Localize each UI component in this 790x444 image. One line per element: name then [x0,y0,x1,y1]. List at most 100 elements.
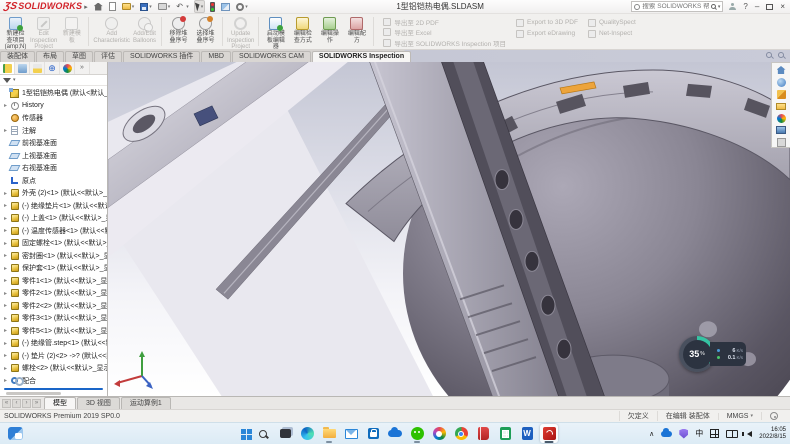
magnifier-icon[interactable] [778,52,784,58]
tree-item-right-plane[interactable]: 右视基准面 [2,162,107,175]
tab-sketch[interactable]: 草图 [65,51,93,62]
dictionary-app[interactable] [474,424,492,443]
edit-recipe-button[interactable]: 编辑配 方 [343,15,370,48]
expand-icon[interactable]: ▸ [2,340,9,347]
file-explorer-app[interactable] [320,424,338,443]
tree-horizontal-scrollbar[interactable] [6,392,61,395]
expand-icon[interactable]: ▸ [2,202,9,209]
new-inspection-project-button[interactable]: 新建检 查项目 (amp;N) [2,15,29,48]
expand-icon[interactable]: ▸ [2,265,9,272]
search-icon[interactable] [711,4,716,9]
rollback-bar[interactable] [4,388,103,390]
chrome-app[interactable] [452,424,470,443]
rebuild-button[interactable] [209,1,216,13]
expand-icon[interactable]: ▸ [2,102,9,109]
mail-app[interactable] [342,424,360,443]
tree-item-component[interactable]: ▸零件2<1> (默认<<默认>_显示状态 [2,287,107,300]
dimxpertmanager-tab[interactable]: ⊕ [45,62,60,74]
search-input[interactable] [642,3,708,10]
scroll-right-icon[interactable]: › [22,399,31,408]
tree-item-front-plane[interactable]: 前视基准面 [2,137,107,150]
widgets-button[interactable] [8,427,23,440]
expand-icon[interactable]: ▸ [2,277,9,284]
toolbar-expand-icon[interactable]: ▸ [84,3,88,11]
expand-icon[interactable]: ▸ [2,215,9,222]
tree-item-component[interactable]: ▸零件5<1> (默认<<默认>_显示状态 [2,325,107,338]
graphics-area[interactable]: 35% 6K/s 0.1K/s [108,62,790,396]
expand-icon[interactable]: ▸ [2,302,9,309]
tree-item-component[interactable]: ▸零件2<2> (默认<<默认>_显示状态 [2,300,107,313]
tab-solidworks-inspection[interactable]: SOLIDWORKS Inspection [312,51,411,62]
tab-evaluate[interactable]: 评估 [94,51,122,62]
help-button[interactable]: ? [743,2,747,11]
filter-dropdown-icon[interactable]: ▾ [13,77,16,83]
tree-item-component[interactable]: ▸保护套<1> (默认<<默认>_显示状 [2,262,107,275]
search-dropdown-icon[interactable]: ▾ [718,4,721,10]
store-app[interactable] [364,424,382,443]
onedrive-app[interactable] [386,424,404,443]
task-pane-home-tab[interactable] [776,65,787,75]
task-pane-resources-tab[interactable] [776,77,787,87]
tree-item-annotations[interactable]: ▸注解 [2,125,107,138]
photos-app[interactable] [430,424,448,443]
ime-mode-icon[interactable] [710,429,719,438]
propertymanager-tab[interactable] [15,62,30,74]
task-pane-appearances-tab[interactable] [776,113,787,123]
print-dropdown-icon[interactable]: ▾ [168,4,171,10]
tree-item-component[interactable]: ▸零件1<1> (默认<<默认>_显示状态 [2,275,107,288]
display-cast-icon[interactable] [726,430,737,438]
status-tool[interactable] [761,412,786,420]
new-document-button[interactable] [108,1,117,12]
expand-icon[interactable]: ▸ [2,352,9,359]
expand-icon[interactable]: ▸ [2,227,9,234]
print-button[interactable]: ▾ [157,2,172,11]
edit-inspection-method-button[interactable]: 编辑检 查方式 [289,15,316,48]
undo-button[interactable]: ↶▾ [175,2,190,12]
expand-icon[interactable]: ▸ [2,240,9,247]
select-button[interactable]: ▾ [194,0,206,13]
doc-tab-model[interactable]: 模型 [44,397,76,409]
display-settings-button[interactable] [220,2,231,12]
open-dropdown-icon[interactable]: ▾ [132,4,135,10]
tab-layout[interactable]: 布局 [36,51,64,62]
tree-item-component[interactable]: ▸固定螺栓<1> (默认<<默认>_显示 [2,237,107,250]
task-pane-design-library-tab[interactable] [776,89,787,99]
home-button[interactable] [93,2,104,12]
tree-item-history[interactable]: ▸History [2,100,107,113]
tree-item-sensors[interactable]: 传感器 [2,112,107,125]
tab-mbd[interactable]: MBD [201,51,231,62]
tree-item-top-plane[interactable]: 上视基准面 [2,150,107,163]
launch-template-editor-button[interactable]: 启动模 板编辑 器 [262,15,289,48]
tray-overflow-icon[interactable]: ∧ [649,430,654,438]
tree-item-component[interactable]: ▸外壳 (2)<1> (默认<<默认>_显示状 [2,187,107,200]
tree-filter[interactable]: ▾ [0,75,107,86]
tree-item-component[interactable]: ▸(-) 垫片 (2)<2> ->? (默认<<默认> [2,350,107,363]
magnifier-icon[interactable] [766,52,772,58]
select-dropdown-icon[interactable]: ▾ [201,4,204,10]
start-button[interactable] [232,424,250,443]
word-app[interactable] [518,424,536,443]
save-dropdown-icon[interactable]: ▾ [149,4,152,10]
restore-button[interactable] [766,4,773,10]
task-pane-file-explorer-tab[interactable] [776,101,787,111]
sign-in-icon[interactable] [729,3,736,10]
tab-assembly[interactable]: 装配体 [0,51,35,62]
tab-solidworks-cam[interactable]: SOLIDWORKS CAM [232,51,311,62]
speaker-icon[interactable] [744,431,752,437]
minimize-button[interactable]: – [755,3,759,11]
featuremanager-tab[interactable] [0,62,15,74]
tree-item-component[interactable]: ▸(-) 绝缘管.step<1> (默认<<默认> [2,337,107,350]
tree-item-mates[interactable]: ▸配合 [2,375,107,388]
expand-icon[interactable]: ▸ [2,290,9,297]
tree-root[interactable]: 1型铝铠热电偶 (默认<默认_显示状态-1> [2,87,107,100]
security-shield-icon[interactable] [679,429,688,439]
taskbar-clock[interactable]: 16:05 2022/8/15 [759,427,786,441]
taskbar-search-button[interactable] [254,424,272,443]
tree-item-component[interactable]: ▸(-) 绝缘垫片<1> (默认<<默认>_显 [2,200,107,213]
help-search[interactable]: ▾ [631,1,723,12]
doc-tab-motion-study[interactable]: 运动算例1 [121,397,171,409]
displaymanager-tab[interactable] [60,62,75,74]
tree-item-component[interactable]: ▸零件3<1> (默认<<默认>_显示状态 [2,312,107,325]
tree-item-component[interactable]: ▸密封圈<1> (默认<<默认>_显示状 [2,250,107,263]
tree-item-origin[interactable]: 原点 [2,175,107,188]
